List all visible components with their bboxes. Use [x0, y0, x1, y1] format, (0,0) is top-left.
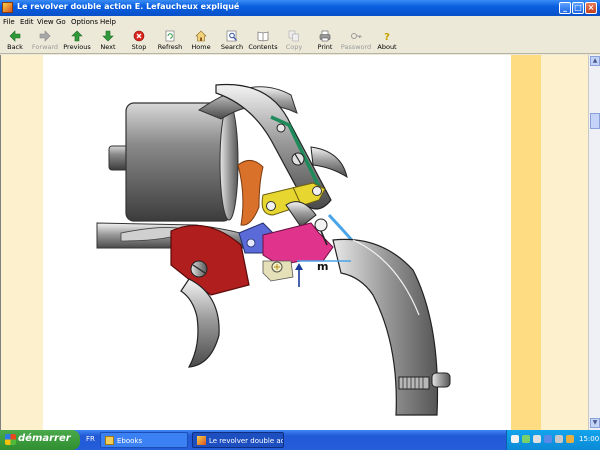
maximize-button[interactable]: □	[572, 2, 584, 14]
menu-options[interactable]: Options	[71, 18, 98, 26]
forward-button[interactable]: Forward	[28, 29, 62, 53]
tray-network-icon[interactable]	[522, 435, 530, 443]
menu-go[interactable]: Go	[56, 18, 66, 26]
scroll-thumb[interactable]	[590, 113, 600, 129]
book-icon	[257, 31, 269, 42]
lever-pin-right	[312, 186, 322, 196]
window-title: Le revolver double action E. Lefaucheux …	[17, 2, 240, 11]
print-button[interactable]: Print	[308, 29, 342, 53]
stop-icon	[133, 30, 145, 42]
tray-help-icon[interactable]	[511, 435, 519, 443]
next-button[interactable]: Next	[91, 29, 125, 53]
taskbar: démarrer FR Ebooks Le revolver double ac…	[0, 430, 600, 450]
toolbar: Back Forward Previous Next Stop Refresh …	[0, 28, 600, 54]
grip-screw-head	[431, 372, 451, 388]
sear-pivot	[314, 218, 328, 232]
menu-bar: File Edit View Go Options Help	[0, 16, 600, 28]
contents-button[interactable]: Contents	[246, 29, 280, 53]
key-icon	[351, 33, 362, 39]
label-m: m	[317, 260, 328, 273]
menu-edit[interactable]: Edit	[20, 18, 34, 26]
taskbar-item-revolver[interactable]: Le revolver double ac...	[192, 432, 284, 448]
home-icon	[195, 30, 207, 42]
menu-file[interactable]: File	[3, 18, 15, 26]
start-button[interactable]: démarrer	[0, 430, 80, 450]
back-arrow-icon	[9, 30, 21, 42]
about-button[interactable]: ? About	[370, 29, 404, 53]
printer-icon	[319, 30, 331, 42]
minimize-button[interactable]: _	[559, 2, 571, 14]
taskbar-item-ebooks[interactable]: Ebooks	[100, 432, 188, 448]
down-arrow-icon	[102, 30, 114, 42]
clock[interactable]: 15:00	[579, 435, 599, 443]
search-icon	[226, 30, 237, 42]
help-icon: ?	[384, 32, 390, 42]
menu-help[interactable]: Help	[100, 18, 116, 26]
language-indicator[interactable]: FR	[86, 435, 95, 443]
cylinder	[125, 102, 232, 222]
stop-button[interactable]: Stop	[122, 29, 156, 53]
tray-security-icon[interactable]	[566, 435, 574, 443]
grip-screw	[398, 376, 430, 390]
tray-device-icon[interactable]	[533, 435, 541, 443]
svg-text:?: ?	[384, 32, 390, 42]
copy-icon	[288, 30, 299, 42]
home-button[interactable]: Home	[184, 29, 218, 53]
refresh-button[interactable]: Refresh	[153, 29, 187, 53]
tray-speaker-icon[interactable]	[555, 435, 563, 443]
hammer-pin-top	[276, 123, 286, 133]
windows-logo-icon	[5, 434, 16, 445]
cylinder-face	[219, 103, 239, 221]
app-icon	[2, 2, 13, 13]
refresh-icon	[165, 30, 175, 42]
hand-part	[237, 160, 264, 226]
close-button[interactable]: ×	[585, 2, 597, 14]
content-viewport[interactable]: m	[0, 55, 588, 430]
scroll-down-button[interactable]: ▼	[590, 418, 600, 428]
system-tray: 15:00	[506, 430, 600, 450]
revolver-diagram: m	[96, 83, 451, 416]
scroll-up-button[interactable]: ▲	[590, 56, 600, 66]
password-button[interactable]: Password	[339, 29, 373, 53]
forward-arrow-icon	[39, 30, 51, 42]
vertical-scrollbar[interactable]: ▲ ▼	[588, 55, 600, 430]
app-icon	[197, 436, 206, 445]
tray-monitor-icon[interactable]	[544, 435, 552, 443]
lever-pin-left	[266, 201, 276, 211]
folder-icon	[105, 436, 114, 445]
copy-button[interactable]: Copy	[277, 29, 311, 53]
search-button[interactable]: Search	[215, 29, 249, 53]
menu-view[interactable]: View	[37, 18, 54, 26]
up-arrow-icon	[71, 30, 83, 42]
title-bar: Le revolver double action E. Lefaucheux …	[0, 0, 600, 16]
previous-button[interactable]: Previous	[60, 29, 94, 53]
